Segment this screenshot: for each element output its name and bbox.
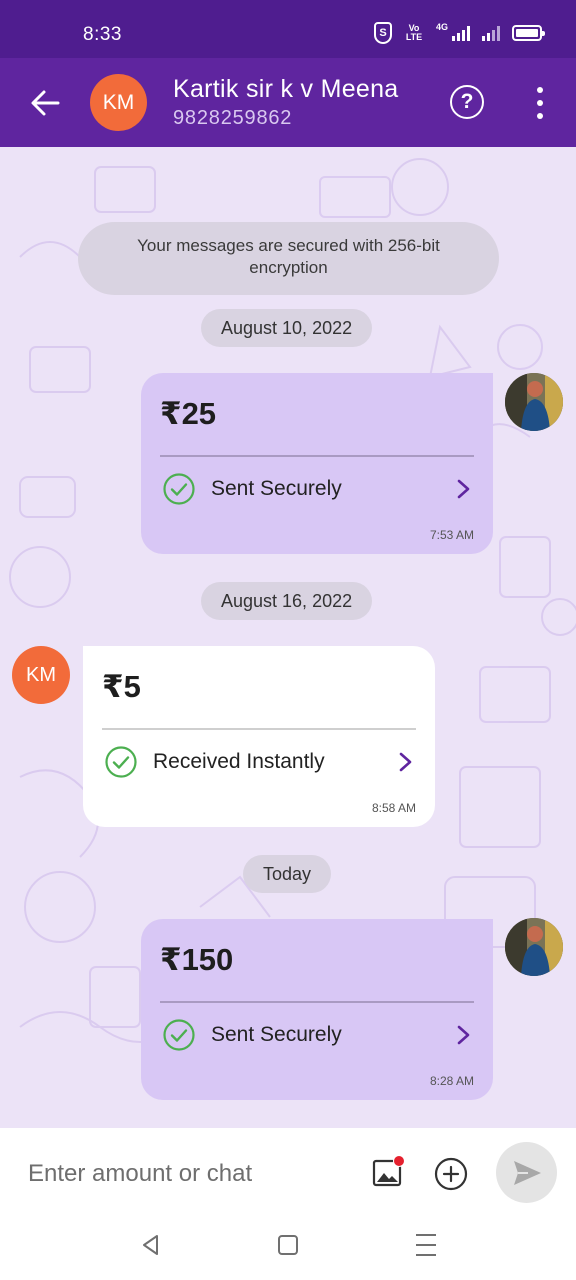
system-nav-bar: [0, 1221, 576, 1280]
message-time: 7:53 AM: [429, 528, 474, 542]
payment-status-row[interactable]: Sent Securely: [160, 470, 474, 508]
chat-header: KM Kartik sir k v Meena 9828259862 ?: [0, 58, 576, 147]
check-circle-icon: [163, 473, 195, 505]
shield-icon: S: [373, 22, 392, 44]
date-chip: August 16, 2022: [201, 582, 373, 620]
network-type-label: 4G: [435, 22, 448, 32]
more-options-icon[interactable]: [530, 87, 550, 119]
nav-recents-icon[interactable]: [416, 1234, 436, 1256]
chat-input-bar: [0, 1128, 576, 1221]
sender-avatar: KM: [12, 646, 70, 704]
chat-area[interactable]: Your messages are secured with 256-bit e…: [0, 147, 576, 1128]
encryption-notice: Your messages are secured with 256-bit e…: [78, 222, 499, 295]
bubble-divider: [102, 728, 416, 730]
payment-status-row[interactable]: Sent Securely: [160, 1016, 474, 1054]
volte-icon: Vo LTE: [405, 23, 423, 42]
check-circle-icon: [105, 746, 137, 778]
contact-name[interactable]: Kartik sir k v Meena: [173, 75, 399, 104]
check-circle-icon: [163, 1019, 195, 1051]
message-time: 8:58 AM: [371, 801, 416, 815]
date-chip: Today: [243, 855, 332, 893]
payment-amount: ₹5: [102, 669, 141, 704]
user-avatar: [505, 918, 563, 976]
add-circle-icon[interactable]: [434, 1157, 468, 1191]
contact-phone: 9828259862: [173, 107, 293, 129]
payment-status-text: Received Instantly: [153, 750, 325, 773]
bubble-divider: [160, 1001, 474, 1003]
user-avatar: [505, 373, 563, 431]
back-arrow-icon[interactable]: [26, 84, 64, 122]
chat-input[interactable]: [28, 1154, 348, 1194]
payment-amount: ₹25: [160, 396, 217, 431]
nav-home-icon[interactable]: [278, 1235, 298, 1255]
bubble-divider: [160, 455, 474, 457]
date-chip: August 10, 2022: [201, 309, 373, 347]
notification-dot: [393, 1155, 405, 1167]
status-bar: 8:33 S Vo LTE 4G: [0, 0, 576, 58]
signal-secondary-icon: [482, 25, 500, 41]
signal-icon: [452, 25, 470, 41]
payment-bubble-received[interactable]: ₹5 Received Instantly 8:58 AM: [83, 646, 435, 827]
payment-bubble-sent[interactable]: ₹150 Sent Securely 8:28 AM: [141, 919, 493, 1100]
status-icons: S Vo LTE 4G: [373, 22, 545, 44]
contact-avatar[interactable]: KM: [90, 74, 147, 131]
status-time: 8:33: [83, 24, 122, 45]
send-button[interactable]: [496, 1142, 557, 1203]
message-time: 8:28 AM: [429, 1074, 474, 1088]
payment-status-row[interactable]: Received Instantly: [102, 743, 416, 781]
payment-bubble-sent[interactable]: ₹25 Sent Securely 7:53 AM: [141, 373, 493, 554]
battery-icon: [512, 25, 545, 41]
chevron-right-icon[interactable]: [452, 478, 474, 500]
payment-status-text: Sent Securely: [211, 1023, 342, 1046]
chevron-right-icon[interactable]: [394, 751, 416, 773]
payment-status-text: Sent Securely: [211, 477, 342, 500]
nav-back-icon[interactable]: [140, 1234, 162, 1256]
chevron-right-icon[interactable]: [452, 1024, 474, 1046]
payment-amount: ₹150: [160, 942, 234, 977]
send-icon: [513, 1160, 541, 1185]
help-icon[interactable]: ?: [450, 85, 484, 119]
